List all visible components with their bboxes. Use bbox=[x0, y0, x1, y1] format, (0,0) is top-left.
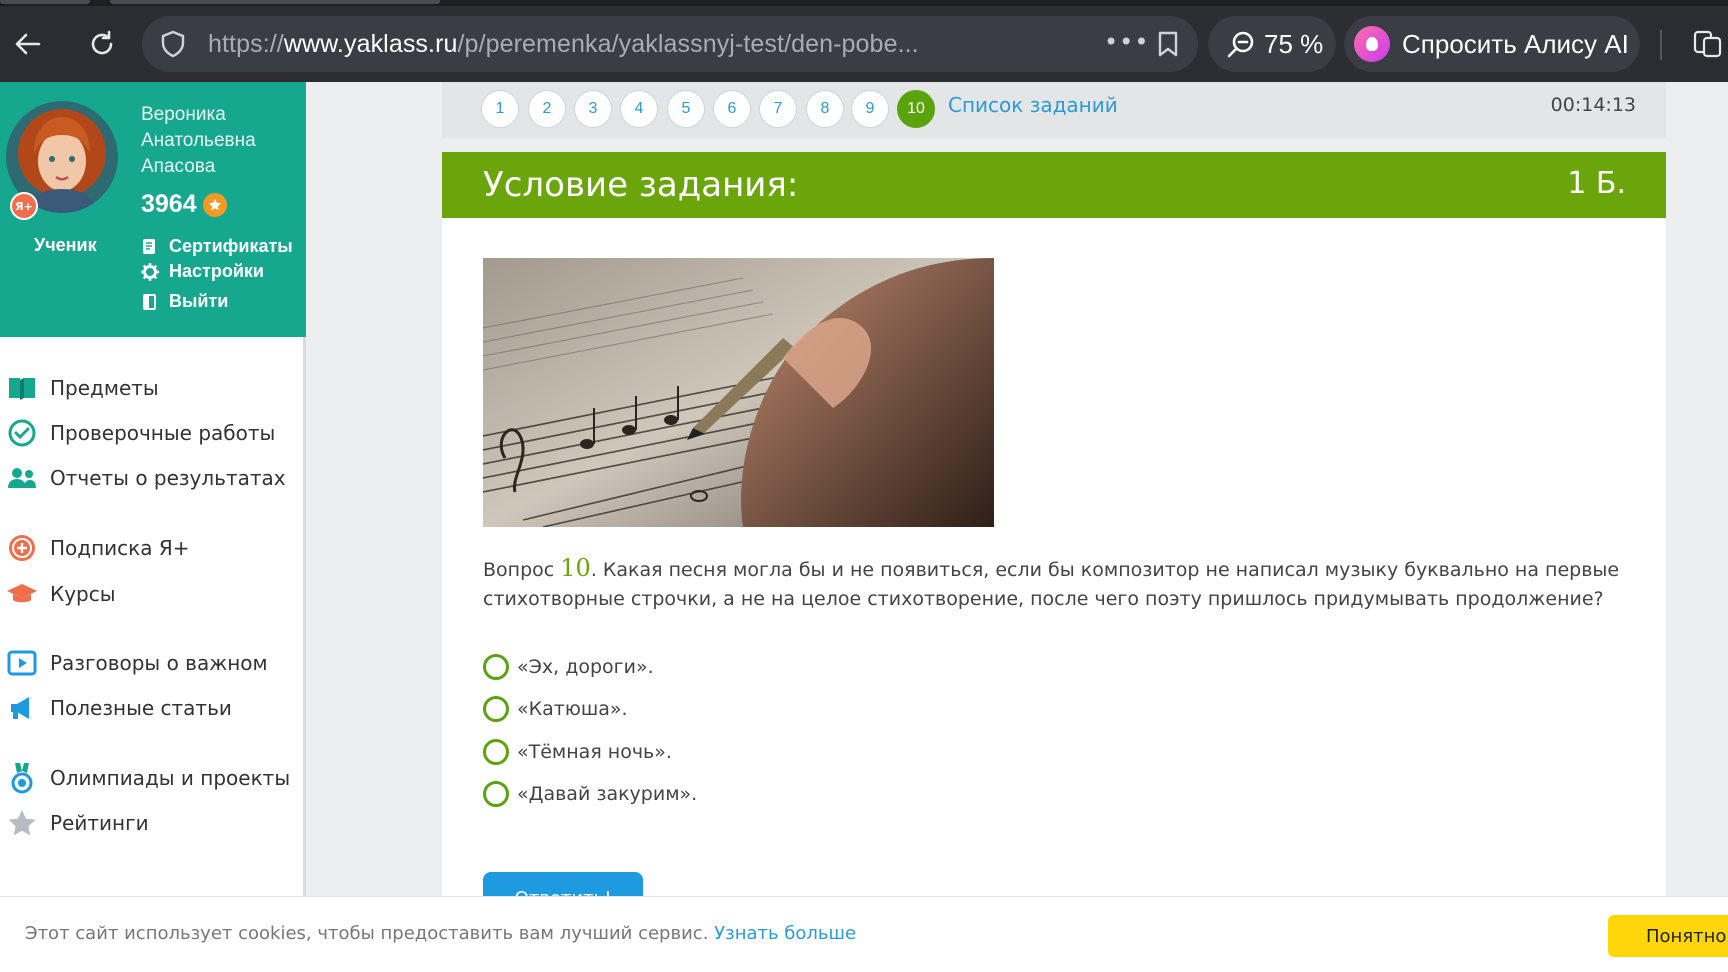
profile-card: Я+ Вероника Анатольевна Апасова 3964 Уче… bbox=[0, 82, 306, 337]
sidebar-item-olympiads[interactable]: Олимпиады и проекты bbox=[6, 762, 290, 794]
book-icon bbox=[6, 372, 38, 404]
certificate-icon bbox=[143, 238, 155, 254]
settings-link[interactable]: Настройки bbox=[141, 261, 264, 282]
back-button[interactable] bbox=[6, 22, 50, 66]
radio-button[interactable] bbox=[483, 696, 509, 722]
task-body: Вопрос 10. Какая песня могла бы и не поя… bbox=[442, 218, 1666, 918]
ask-alice-label: Спросить Алису AI bbox=[1402, 28, 1629, 59]
answer-option-3[interactable]: «Тёмная ночь». bbox=[483, 739, 672, 765]
cookie-banner: Этот сайт использует cookies, чтобы пред… bbox=[0, 896, 1728, 972]
more-icon[interactable]: ••• bbox=[1104, 28, 1149, 56]
graduation-cap-icon bbox=[6, 578, 38, 610]
user-role: Ученик bbox=[34, 235, 97, 255]
sidebar-item-courses[interactable]: Курсы bbox=[6, 578, 116, 610]
browser-toolbar: https://www.yaklass.ru/p/peremenka/yakla… bbox=[0, 0, 1728, 82]
answer-option-label: «Давай закурим». bbox=[517, 783, 698, 805]
reload-button[interactable] bbox=[80, 22, 124, 66]
question-text: Вопрос 10. Какая песня могла бы и не поя… bbox=[483, 554, 1620, 610]
task-number-5[interactable]: 5 bbox=[667, 90, 705, 128]
url-text[interactable]: https://www.yaklass.ru/p/peremenka/yakla… bbox=[208, 30, 919, 59]
play-icon bbox=[6, 647, 38, 679]
radio-button[interactable] bbox=[483, 654, 509, 680]
task-number-6[interactable]: 6 bbox=[713, 90, 751, 128]
task-header: Условие задания: 1 Б. bbox=[442, 152, 1666, 218]
radio-button[interactable] bbox=[483, 739, 509, 765]
users-icon bbox=[6, 462, 38, 494]
address-bar[interactable]: https://www.yaklass.ru/p/peremenka/yakla… bbox=[142, 16, 1198, 72]
reload-icon bbox=[91, 30, 113, 55]
sidebar: Я+ Вероника Анатольевна Апасова 3964 Уче… bbox=[0, 82, 306, 896]
task-number-3[interactable]: 3 bbox=[574, 90, 612, 128]
extension-icon[interactable] bbox=[1692, 28, 1724, 60]
zoom-level: 75 % bbox=[1264, 28, 1324, 59]
points-value: 3964 bbox=[141, 190, 197, 218]
star-icon bbox=[6, 807, 38, 839]
shield-icon[interactable] bbox=[160, 30, 186, 58]
tab-previous[interactable] bbox=[0, 0, 90, 4]
url-domain: www.yaklass.ru bbox=[283, 30, 458, 58]
star-icon bbox=[202, 192, 227, 217]
answer-option-2[interactable]: «Катюша». bbox=[483, 696, 628, 722]
radio-button[interactable] bbox=[483, 781, 509, 807]
ask-alice-button[interactable]: Спросить Алису AI bbox=[1344, 16, 1640, 72]
tab-current[interactable] bbox=[110, 0, 440, 4]
sidebar-item-talks[interactable]: Разговоры о важном bbox=[6, 647, 268, 679]
task-list-link[interactable]: Список заданий bbox=[948, 93, 1118, 117]
task-navigation: 1 2 3 4 5 6 7 8 9 10 Список заданий 00:1… bbox=[442, 82, 1666, 138]
answer-option-label: «Катюша». bbox=[517, 698, 628, 720]
certificates-link[interactable]: Сертификаты bbox=[141, 236, 293, 257]
zoom-out-icon bbox=[1227, 31, 1254, 58]
alice-icon bbox=[1354, 26, 1390, 62]
logout-icon bbox=[143, 293, 156, 310]
task-number-4[interactable]: 4 bbox=[620, 90, 658, 128]
cookie-message: Этот сайт использует cookies, чтобы пред… bbox=[25, 923, 857, 944]
question-number: 10 bbox=[560, 554, 591, 582]
bookmark-icon[interactable] bbox=[1156, 30, 1180, 58]
sidebar-item-ya-plus[interactable]: Подписка Я+ bbox=[6, 532, 190, 564]
check-circle-icon bbox=[6, 417, 38, 449]
sidebar-item-articles[interactable]: Полезные статьи bbox=[6, 692, 232, 724]
sidebar-item-tests[interactable]: Проверочные работы bbox=[6, 417, 275, 449]
task-number-9[interactable]: 9 bbox=[851, 90, 889, 128]
gear-icon bbox=[141, 262, 159, 281]
answer-option-4[interactable]: «Давай закурим». bbox=[483, 781, 697, 807]
task-number-1[interactable]: 1 bbox=[481, 90, 519, 128]
points-counter: 3964 bbox=[141, 190, 227, 219]
sidebar-item-subjects[interactable]: Предметы bbox=[6, 372, 159, 404]
task-number-7[interactable]: 7 bbox=[759, 90, 797, 128]
task-points: 1 Б. bbox=[1567, 166, 1626, 201]
ya-plus-badge: Я+ bbox=[10, 192, 38, 220]
timer: 00:14:13 bbox=[1550, 94, 1636, 116]
arrow-left-icon bbox=[15, 33, 41, 55]
cookie-accept-button[interactable]: Понятно bbox=[1608, 915, 1728, 957]
url-path: /p/peremenka/yaklassnyj-test/den-pobe... bbox=[457, 30, 919, 58]
task-image bbox=[483, 258, 994, 527]
zoom-button[interactable]: 75 % bbox=[1208, 16, 1336, 72]
task-number-2[interactable]: 2 bbox=[528, 90, 566, 128]
medal-icon bbox=[6, 762, 38, 794]
learn-more-link[interactable]: Узнать больше bbox=[714, 923, 856, 944]
toolbar-divider bbox=[1660, 30, 1662, 60]
task-title: Условие задания: bbox=[483, 165, 799, 205]
sidebar-item-ratings[interactable]: Рейтинги bbox=[6, 807, 149, 839]
answer-option-label: «Тёмная ночь». bbox=[517, 741, 672, 763]
sidebar-item-reports[interactable]: Отчеты о результатах bbox=[6, 462, 286, 494]
task-number-8[interactable]: 8 bbox=[806, 90, 844, 128]
task-number-10[interactable]: 10 bbox=[897, 90, 935, 128]
ya-plus-icon bbox=[6, 532, 38, 564]
answer-option-1[interactable]: «Эх, дороги». bbox=[483, 654, 654, 680]
profile-name: Вероника Анатольевна Апасова bbox=[141, 104, 256, 177]
megaphone-icon bbox=[6, 692, 38, 724]
logout-link[interactable]: Выйти bbox=[141, 291, 228, 312]
answer-option-label: «Эх, дороги». bbox=[517, 656, 654, 678]
